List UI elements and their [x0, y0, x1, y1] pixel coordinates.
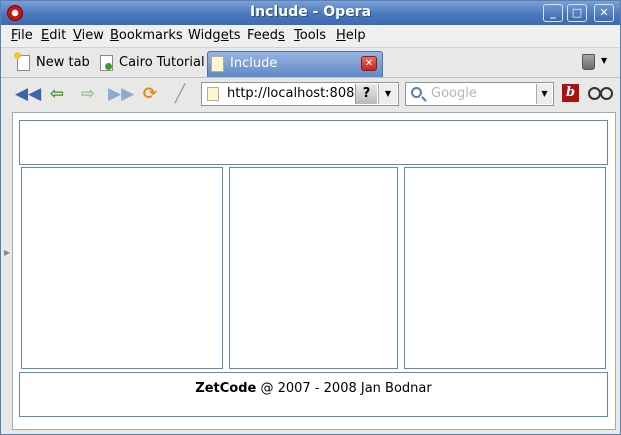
- footer-copyright: @ 2007 - 2008 Jan Bodnar: [256, 381, 432, 396]
- tab-include[interactable]: Include ✕: [207, 51, 383, 77]
- search-box[interactable]: Google ▼: [405, 82, 554, 106]
- edit-icon[interactable]: ╱: [169, 84, 191, 104]
- glasses-icon[interactable]: [588, 87, 613, 100]
- forward-icon[interactable]: ⇨: [77, 84, 99, 104]
- tab-label: Cairo Tutorial: [119, 55, 205, 70]
- tab-new-tab[interactable]: New tab: [14, 51, 94, 77]
- tab-label: New tab: [36, 55, 90, 70]
- left-column-box: [21, 167, 223, 369]
- menu-bar: File Edit View Bookmarks Widgets Feeds T…: [1, 25, 620, 48]
- search-engine-dropdown[interactable]: ▼: [536, 84, 552, 104]
- bookmark-icon[interactable]: b: [562, 84, 579, 102]
- menu-feeds[interactable]: Feeds: [247, 28, 285, 43]
- menu-tools[interactable]: Tools: [294, 28, 326, 43]
- reload-icon[interactable]: ⟳: [139, 84, 161, 104]
- navigation-toolbar: ◀◀ ⇦ ⇨ ▶▶ ⟳ ╱ http://localhost:8080/incl…: [1, 79, 620, 109]
- minimize-button[interactable]: _: [543, 4, 563, 22]
- back-icon[interactable]: ⇦: [46, 84, 68, 104]
- address-input[interactable]: http://localhost:8080/include.jsp: [227, 86, 355, 101]
- tab-label: Include: [230, 56, 278, 71]
- page-icon: [211, 56, 224, 72]
- new-tab-icon: [14, 52, 30, 71]
- close-window-button[interactable]: ✕: [594, 4, 614, 22]
- address-dropdown-button[interactable]: ▼: [378, 84, 397, 104]
- fast-forward-icon[interactable]: ▶▶: [108, 84, 134, 104]
- page-icon: [100, 55, 113, 71]
- search-icon: [411, 87, 422, 98]
- menu-edit[interactable]: Edit: [41, 28, 66, 43]
- tab-close-icon[interactable]: ✕: [361, 56, 377, 71]
- menu-help[interactable]: Help: [336, 28, 366, 43]
- tab-bar: New tab Cairo Tutorial Include ✕ ▼: [1, 48, 620, 78]
- page-header-box: [19, 120, 608, 165]
- page-content: ZetCode @ 2007 - 2008 Jan Bodnar: [12, 112, 616, 430]
- panel-toggle-icon[interactable]: ▶: [4, 248, 10, 257]
- menu-file[interactable]: File: [11, 28, 33, 43]
- menu-view[interactable]: View: [73, 28, 104, 43]
- maximize-button[interactable]: □: [567, 4, 587, 22]
- rewind-icon[interactable]: ◀◀: [15, 84, 41, 104]
- window-title: Include - Opera: [249, 4, 372, 20]
- tab-cairo-tutorial[interactable]: Cairo Tutorial: [97, 51, 205, 77]
- page-icon: [207, 87, 219, 101]
- search-input[interactable]: Google: [431, 86, 477, 101]
- footer-brand: ZetCode: [195, 381, 257, 396]
- address-bar[interactable]: http://localhost:8080/include.jsp ? ▼: [201, 82, 399, 106]
- trash-icon[interactable]: [582, 54, 595, 70]
- middle-column-box: [229, 167, 398, 369]
- browser-window: Include - Opera _ □ ✕ File Edit View Boo…: [0, 0, 621, 435]
- site-info-button[interactable]: ?: [355, 84, 377, 104]
- menu-widgets[interactable]: Widgets: [188, 28, 241, 43]
- page-footer: ZetCode @ 2007 - 2008 Jan Bodnar: [19, 372, 608, 417]
- right-column-box: [404, 167, 606, 369]
- menu-bookmarks[interactable]: Bookmarks: [110, 28, 183, 43]
- chevron-down-icon[interactable]: ▼: [601, 56, 607, 65]
- title-bar[interactable]: Include - Opera _ □ ✕: [1, 1, 620, 25]
